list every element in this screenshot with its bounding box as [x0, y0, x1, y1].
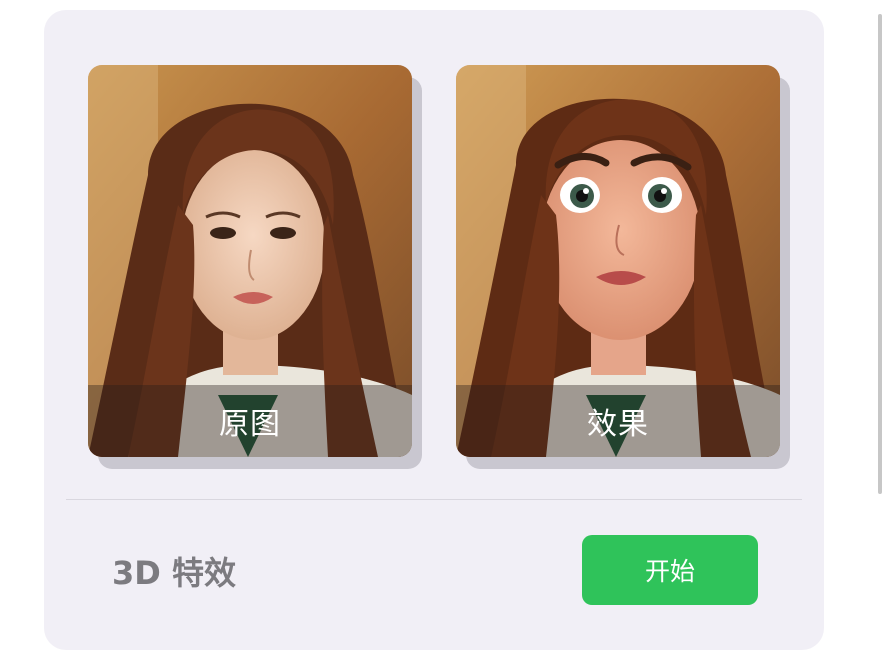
divider	[66, 499, 802, 500]
caption-bar: 原图	[88, 385, 412, 457]
effect-card: 原图 效果 3D 特效 开始	[44, 10, 824, 650]
result-photo-container[interactable]: 效果	[456, 65, 790, 469]
caption-bar: 效果	[456, 385, 780, 457]
effect-title: 3D 特效	[112, 554, 236, 592]
original-photo-container[interactable]: 原图	[88, 65, 422, 469]
result-photo: 效果	[456, 65, 780, 457]
start-button[interactable]: 开始	[582, 535, 758, 605]
original-photo: 原图	[88, 65, 412, 457]
scrollbar[interactable]	[878, 14, 882, 494]
original-label: 原图	[219, 407, 281, 442]
result-label: 效果	[587, 407, 649, 442]
